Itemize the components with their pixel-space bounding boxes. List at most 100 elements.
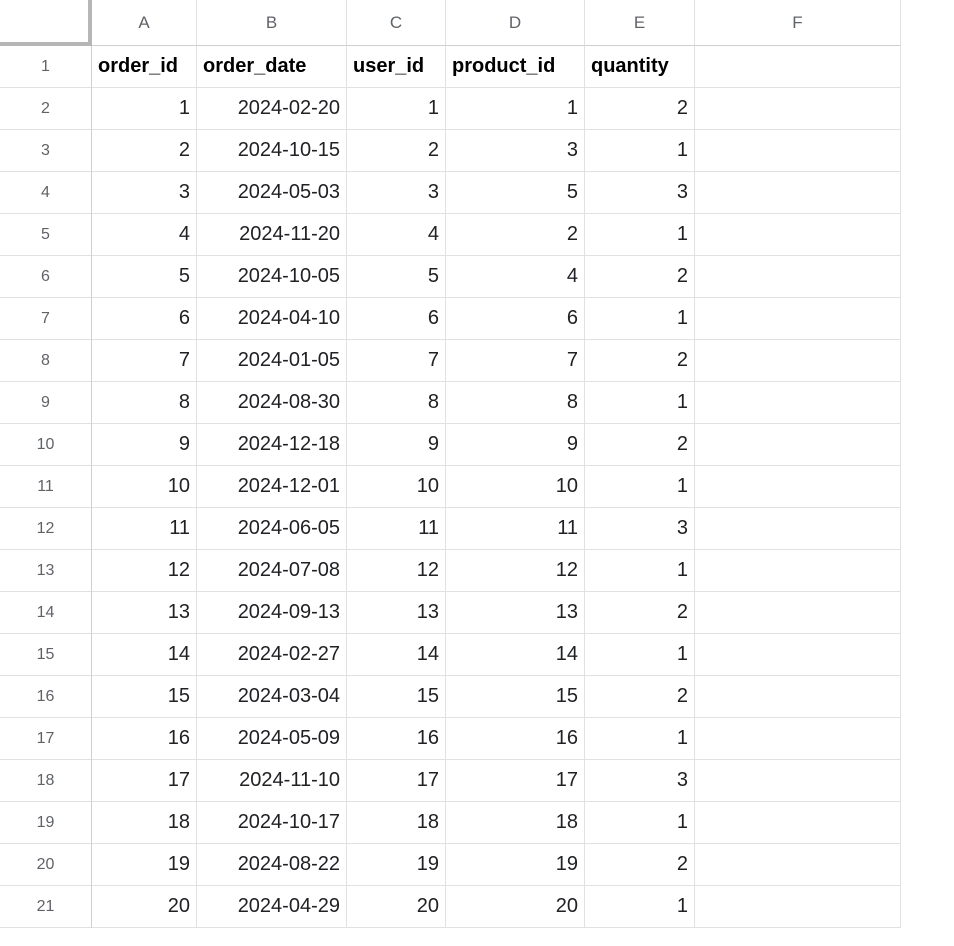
cell-order-date[interactable]: 2024-09-13 [197, 592, 347, 634]
cell-order-id[interactable]: 2 [92, 130, 197, 172]
cell-user-id[interactable]: 12 [347, 550, 446, 592]
cell-quantity[interactable]: 1 [585, 214, 695, 256]
cell-product-id[interactable]: 4 [446, 256, 585, 298]
cell-user-id[interactable]: 16 [347, 718, 446, 760]
cell-empty[interactable] [695, 718, 901, 760]
row-header[interactable]: 3 [0, 130, 92, 172]
cell-order-id[interactable]: 15 [92, 676, 197, 718]
cell-order-date[interactable]: 2024-04-29 [197, 886, 347, 928]
cell-quantity[interactable]: 1 [585, 466, 695, 508]
row-header[interactable]: 10 [0, 424, 92, 466]
cell-empty[interactable] [695, 634, 901, 676]
cell-product-id[interactable]: 7 [446, 340, 585, 382]
cell-empty[interactable] [695, 802, 901, 844]
cell-empty[interactable] [695, 466, 901, 508]
cell-order-date[interactable]: 2024-02-20 [197, 88, 347, 130]
cell-order-id[interactable]: 14 [92, 634, 197, 676]
cell-quantity[interactable]: 1 [585, 382, 695, 424]
cell-product-id[interactable]: 18 [446, 802, 585, 844]
cell-quantity[interactable]: 2 [585, 340, 695, 382]
cell-product-id[interactable]: 2 [446, 214, 585, 256]
row-header[interactable]: 8 [0, 340, 92, 382]
cell-product-id[interactable]: 3 [446, 130, 585, 172]
cell-order-id[interactable]: 19 [92, 844, 197, 886]
cell-product-id[interactable]: 14 [446, 634, 585, 676]
col-header-b[interactable]: B [197, 0, 347, 46]
cell-user-id[interactable]: 9 [347, 424, 446, 466]
cell-product-id[interactable]: 10 [446, 466, 585, 508]
row-header[interactable]: 4 [0, 172, 92, 214]
cell-order-date[interactable]: 2024-12-18 [197, 424, 347, 466]
row-header[interactable]: 18 [0, 760, 92, 802]
cell-empty[interactable] [695, 172, 901, 214]
cell-order-id[interactable]: 20 [92, 886, 197, 928]
cell-quantity[interactable]: 1 [585, 802, 695, 844]
cell-quantity[interactable]: 2 [585, 256, 695, 298]
header-order-id[interactable]: order_id [92, 46, 197, 88]
col-header-c[interactable]: C [347, 0, 446, 46]
cell-empty[interactable] [695, 844, 901, 886]
cell-order-id[interactable]: 6 [92, 298, 197, 340]
col-header-e[interactable]: E [585, 0, 695, 46]
cell-product-id[interactable]: 16 [446, 718, 585, 760]
cell-order-id[interactable]: 9 [92, 424, 197, 466]
row-header[interactable]: 9 [0, 382, 92, 424]
col-header-d[interactable]: D [446, 0, 585, 46]
cell-order-date[interactable]: 2024-11-10 [197, 760, 347, 802]
cell-user-id[interactable]: 13 [347, 592, 446, 634]
cell-order-id[interactable]: 7 [92, 340, 197, 382]
cell-empty[interactable] [695, 760, 901, 802]
cell-order-date[interactable]: 2024-05-09 [197, 718, 347, 760]
cell-order-id[interactable]: 3 [92, 172, 197, 214]
cell-order-id[interactable]: 10 [92, 466, 197, 508]
cell-order-date[interactable]: 2024-02-27 [197, 634, 347, 676]
cell-product-id[interactable]: 20 [446, 886, 585, 928]
cell-user-id[interactable]: 10 [347, 466, 446, 508]
cell-quantity[interactable]: 1 [585, 718, 695, 760]
row-header[interactable]: 20 [0, 844, 92, 886]
cell-user-id[interactable]: 17 [347, 760, 446, 802]
col-header-a[interactable]: A [92, 0, 197, 46]
cell-empty[interactable] [695, 130, 901, 172]
cell-user-id[interactable]: 4 [347, 214, 446, 256]
cell-product-id[interactable]: 11 [446, 508, 585, 550]
row-header[interactable]: 7 [0, 298, 92, 340]
cell-product-id[interactable]: 6 [446, 298, 585, 340]
row-header[interactable]: 6 [0, 256, 92, 298]
cell-order-id[interactable]: 11 [92, 508, 197, 550]
cell-order-id[interactable]: 12 [92, 550, 197, 592]
cell-empty[interactable] [695, 298, 901, 340]
cell-quantity[interactable]: 1 [585, 634, 695, 676]
cell-order-date[interactable]: 2024-05-03 [197, 172, 347, 214]
cell-quantity[interactable]: 3 [585, 760, 695, 802]
cell-empty[interactable] [695, 46, 901, 88]
cell-quantity[interactable]: 1 [585, 886, 695, 928]
cell-order-date[interactable]: 2024-06-05 [197, 508, 347, 550]
cell-user-id[interactable]: 18 [347, 802, 446, 844]
row-header[interactable]: 2 [0, 88, 92, 130]
cell-empty[interactable] [695, 88, 901, 130]
row-header[interactable]: 17 [0, 718, 92, 760]
row-header[interactable]: 1 [0, 46, 92, 88]
cell-order-date[interactable]: 2024-07-08 [197, 550, 347, 592]
cell-empty[interactable] [695, 508, 901, 550]
cell-quantity[interactable]: 1 [585, 298, 695, 340]
cell-user-id[interactable]: 15 [347, 676, 446, 718]
cell-order-id[interactable]: 8 [92, 382, 197, 424]
cell-quantity[interactable]: 3 [585, 172, 695, 214]
header-order-date[interactable]: order_date [197, 46, 347, 88]
cell-order-id[interactable]: 4 [92, 214, 197, 256]
cell-user-id[interactable]: 14 [347, 634, 446, 676]
header-quantity[interactable]: quantity [585, 46, 695, 88]
cell-order-id[interactable]: 17 [92, 760, 197, 802]
cell-product-id[interactable]: 15 [446, 676, 585, 718]
cell-order-date[interactable]: 2024-10-05 [197, 256, 347, 298]
spreadsheet-grid[interactable]: A B C D E F 1 order_id order_date user_i… [0, 0, 954, 928]
cell-product-id[interactable]: 8 [446, 382, 585, 424]
cell-order-date[interactable]: 2024-10-17 [197, 802, 347, 844]
cell-order-id[interactable]: 1 [92, 88, 197, 130]
cell-order-date[interactable]: 2024-04-10 [197, 298, 347, 340]
cell-user-id[interactable]: 11 [347, 508, 446, 550]
row-header[interactable]: 15 [0, 634, 92, 676]
cell-order-id[interactable]: 16 [92, 718, 197, 760]
